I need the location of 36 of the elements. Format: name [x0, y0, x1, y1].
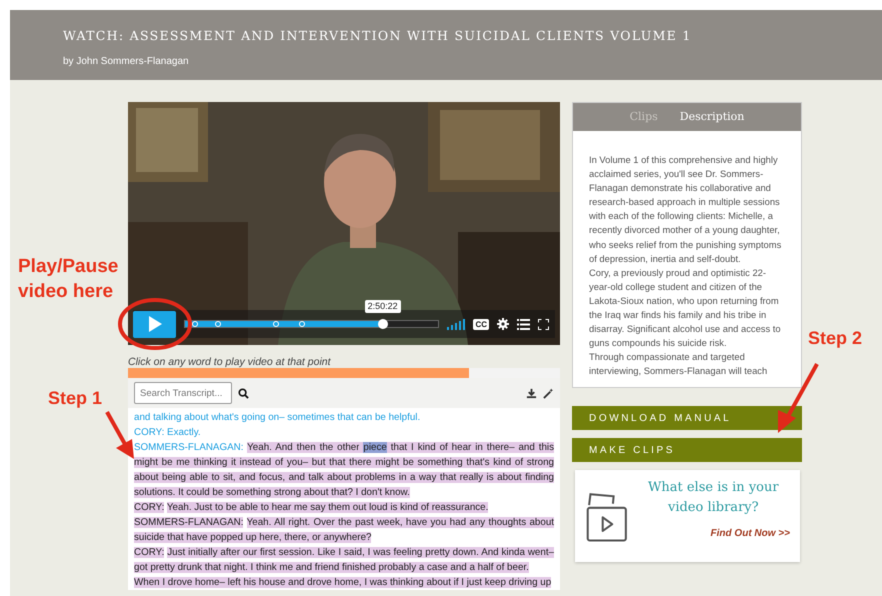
- chapter-marker[interactable]: [214, 321, 221, 327]
- arrow-icon: [104, 410, 136, 460]
- annotation-label: Step 2: [808, 327, 862, 350]
- time-tooltip: 2:50:22: [364, 300, 401, 313]
- annotation-label: Step 1: [48, 387, 102, 410]
- panel-tab[interactable]: Description: [680, 108, 744, 126]
- search-field[interactable]: Search Transcript...: [134, 382, 232, 404]
- description-paragraph: Cory, a previously proud and optimistic 22-year-old college student and citizen of the Lakota-Sioux nation, who upon returning from the Iraq war finds his family and his tribe in disarray. Significant alcohol use and access to guns compounds his suicide risk.: [589, 266, 782, 350]
- promo-banner[interactable]: What else is in your video library? Find Out Now >>: [575, 470, 800, 562]
- chapter-marker[interactable]: [273, 321, 280, 327]
- annotation-label: Play/Pause video here: [18, 255, 120, 304]
- description-paragraph: Through compassionate and targeted interviewing, Sommers-Flanagan will teach: [589, 350, 768, 378]
- chapter-marker[interactable]: [192, 321, 198, 327]
- wand-icon[interactable]: [543, 388, 554, 398]
- transcript-entry[interactable]: When I drove home– left his house and drove home, I was thinking about if I just keep driving up: [134, 575, 554, 590]
- transcript-entry[interactable]: SOMMERS-FLANAGAN: Yeah. All right. Over the past week, have you had any thoughts about suicide that have popped up here, there, or anywhere?: [134, 515, 554, 545]
- play-button[interactable]: [133, 310, 176, 338]
- captions-button[interactable]: CC: [473, 318, 489, 330]
- search-icon[interactable]: [238, 388, 249, 398]
- download-icon[interactable]: [526, 388, 537, 398]
- description-paragraph: In Volume 1 of this comprehensive and highly acclaimed series, you'll see Dr. Sommers-Flanagan demonstrate his collaborative and research-based approach in multiple sessions with each of the following clients: Michelle, a recently divorced mother of a young daughter, who seeks relief from the punishing symptoms of depression, inertia and self-doubt.: [589, 153, 782, 266]
- make-clips-button[interactable]: MAKE CLIPS: [572, 438, 802, 462]
- settings-icon[interactable]: [497, 318, 509, 330]
- promo-headline: What else is in your video library?: [647, 479, 780, 517]
- download-manual-button[interactable]: DOWNLOAD MANUAL: [572, 406, 802, 430]
- author-byline: by John Sommers-Flanagan: [63, 54, 190, 69]
- play-icon: [148, 316, 162, 332]
- list-icon[interactable]: [517, 318, 530, 330]
- chapter-marker[interactable]: [298, 321, 305, 327]
- volume-icon[interactable]: [447, 318, 466, 330]
- fullscreen-icon[interactable]: [538, 318, 549, 330]
- find-out-link[interactable]: Find Out Now >>: [636, 526, 790, 541]
- transcript-entry[interactable]: CORY: Just initially after our first session. Like I said, I was feeling pretty down. And kinda went– got pretty drunk that night. I think me and friend finished probably a case and a half of beer.: [134, 545, 554, 575]
- transcript-entry[interactable]: SOMMERS-FLANAGAN: Yeah. And then the other piece that I kind of hear in there– and this might be me thinking it instead of you– but that there might be something that's kind of strong about being able to sit, and focus, and talk about problems in a way that really is about finding solutions. It could be something strong about that? I don't know.: [134, 440, 554, 500]
- transcript-hint: Click on any word to play video at that point: [128, 356, 332, 368]
- page-title: WATCH: ASSESSMENT AND INTERVENTION WITH SUICIDAL CLIENTS VOLUME 1: [63, 27, 693, 45]
